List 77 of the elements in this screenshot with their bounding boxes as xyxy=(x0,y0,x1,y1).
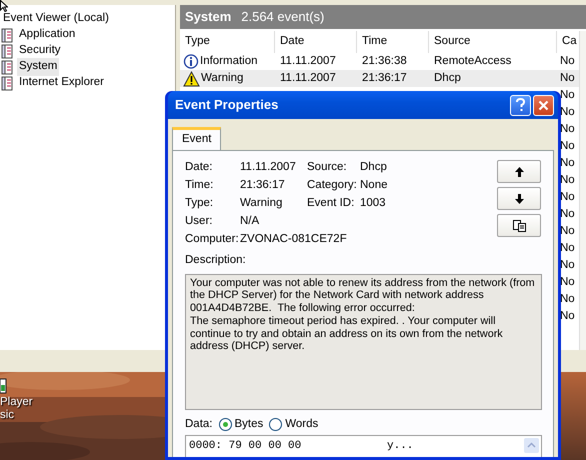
table-cell-text: 21:36:38 xyxy=(361,54,408,69)
column-header[interactable]: Source xyxy=(429,31,557,53)
table-cell: No xyxy=(560,208,575,220)
question-mark-icon xyxy=(515,98,526,112)
scroll-up-icon xyxy=(524,438,539,453)
desktop-icon xyxy=(0,378,7,394)
column-header[interactable]: Date xyxy=(275,31,357,53)
tree-item[interactable]: System xyxy=(17,58,60,76)
table-cell: No xyxy=(560,310,575,322)
field-label: Source: xyxy=(307,160,348,175)
field-label: Category: xyxy=(307,178,358,193)
close-icon xyxy=(538,100,549,110)
data-label: Data: xyxy=(185,416,212,432)
information-icon xyxy=(183,54,199,70)
field-label: Event ID: xyxy=(307,196,356,211)
table-cell-text: Dhcp xyxy=(433,71,462,86)
down-arrow-icon xyxy=(514,194,524,204)
table-cell: No xyxy=(560,292,575,305)
table-cell: No xyxy=(560,190,575,203)
table-cell-text: 11.11.2007 xyxy=(279,71,337,86)
field-value: 11.11.2007 xyxy=(240,160,297,175)
hex-data: 0000: 79 00 00 00 xyxy=(189,438,302,454)
table-cell-text: Warning xyxy=(201,71,244,86)
field-label: Date: xyxy=(185,160,214,175)
column-header[interactable]: Type xyxy=(180,31,275,53)
field-value: 21:36:17 xyxy=(240,178,286,193)
desktop-icon-label[interactable]: Player xyxy=(0,396,33,409)
copy-button[interactable] xyxy=(497,214,541,238)
table-cell: No xyxy=(560,88,575,101)
field-value: Warning xyxy=(240,196,284,211)
tree-item[interactable]: Security xyxy=(17,42,63,60)
description-text: Your computer was not able to renew its address from the network (from the DHCP Server) for the Network Card with network address 001A4D4B72BE. The following error occurred: The semaphore timeout period has expired. . Your computer will continue to try and obtain an address on its own from the network address (DHCP) server. xyxy=(185,274,542,410)
field-value: Dhcp xyxy=(360,160,387,175)
copy-icon xyxy=(512,220,526,232)
field-value: N/A xyxy=(240,214,260,229)
warning-icon xyxy=(183,70,200,87)
field-label: Time: xyxy=(185,178,214,193)
ascii-data: y... xyxy=(387,438,414,454)
tree-item[interactable]: Internet Explorer xyxy=(17,74,106,92)
radio-option[interactable]: Bytes xyxy=(218,416,264,433)
table-cell: No xyxy=(560,55,575,67)
field-value: None xyxy=(360,178,388,193)
up-arrow-icon xyxy=(514,166,524,177)
table-cell: No xyxy=(560,72,575,84)
help-button[interactable] xyxy=(510,94,531,116)
field-label: Type: xyxy=(185,196,214,211)
description-label: Description: xyxy=(185,253,247,268)
table-cell: No xyxy=(560,122,575,135)
table-cell: No xyxy=(560,258,575,271)
pane-title: System xyxy=(185,8,232,26)
tree-root[interactable]: Event Viewer (Local) xyxy=(1,10,111,28)
event-count: 2.564 event(s) xyxy=(241,8,324,26)
table-cell-text: Information xyxy=(200,54,258,69)
table-cell: No xyxy=(560,140,575,152)
dialog-title: Event Properties xyxy=(175,96,280,114)
table-cell: No xyxy=(560,106,575,118)
field-label: User: xyxy=(185,214,214,229)
table-cell: No xyxy=(560,242,575,254)
table-cell-text: RemoteAccess xyxy=(433,54,512,69)
table-cell-text: 11.11.2007 xyxy=(279,54,337,69)
tree-item[interactable]: Application xyxy=(17,26,78,44)
next-button[interactable] xyxy=(497,187,541,210)
table-cell: No xyxy=(560,276,575,288)
table-cell-text: 21:36:17 xyxy=(361,71,408,86)
desktop-icon-label[interactable]: sic xyxy=(0,409,33,422)
field-label: Computer: xyxy=(185,232,240,247)
scrollbar[interactable] xyxy=(579,31,586,350)
previous-button[interactable] xyxy=(497,160,541,184)
close-button[interactable] xyxy=(533,94,554,116)
field-value: ZVONAC-081CE72F xyxy=(240,232,347,247)
radio-option[interactable]: Words xyxy=(269,416,318,433)
tab[interactable]: Event xyxy=(172,127,222,152)
field-value: 1003 xyxy=(360,196,386,211)
table-cell: No xyxy=(560,156,575,169)
table-cell: No xyxy=(560,174,575,186)
column-header[interactable]: Time xyxy=(357,31,429,53)
table-cell: No xyxy=(560,224,575,237)
